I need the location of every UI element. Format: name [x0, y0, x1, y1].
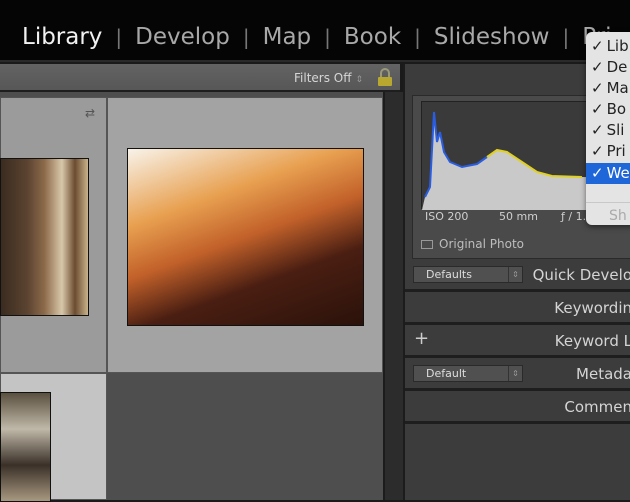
updown-arrow-icon: ⇕: [508, 366, 522, 381]
metadata-panel[interactable]: Default ⇕ Metada: [405, 358, 630, 391]
aperture: ƒ / 1.: [561, 210, 587, 223]
checkmark-icon: ✓: [591, 100, 604, 118]
panel-title: Keyword L: [554, 332, 630, 350]
filter-bar: Filters Off ⇕: [0, 64, 400, 92]
panel-title: Commen: [564, 398, 630, 416]
menu-label: We: [606, 164, 630, 182]
module-slideshow[interactable]: Slideshow: [434, 24, 550, 50]
panel-title: Quick Develo: [532, 266, 630, 284]
menu-item-map[interactable]: ✓ Ma: [586, 78, 630, 99]
menu-label: De: [606, 58, 628, 76]
photo-thumbnail-boy-piano[interactable]: [127, 148, 364, 326]
menu-label: Lib: [606, 37, 629, 55]
keywording-panel[interactable]: Keywordin: [405, 292, 630, 325]
updown-arrow-icon: ⇕: [355, 75, 364, 85]
checkbox-icon: [421, 239, 433, 249]
lock-icon[interactable]: [377, 68, 393, 87]
checkmark-icon: ✓: [591, 164, 604, 182]
filters-dropdown[interactable]: Filters Off ⇕: [294, 71, 363, 85]
preset-value: Defaults: [426, 268, 472, 281]
module-map[interactable]: Map: [263, 24, 312, 50]
grid-cell[interactable]: ⇄: [0, 97, 107, 373]
saved-preset-select[interactable]: Defaults ⇕: [413, 266, 523, 283]
photo-grid: ⇄: [0, 92, 383, 502]
grid-scrollbar[interactable]: [383, 92, 403, 500]
updown-arrow-icon: ⇕: [508, 267, 522, 282]
photo-thumbnail[interactable]: [0, 392, 51, 502]
module-develop[interactable]: Develop: [135, 24, 230, 50]
photo-thumbnail-horse[interactable]: [0, 158, 89, 316]
original-photo-label: Original Photo: [439, 237, 525, 251]
menu-label: Ma: [606, 79, 629, 97]
module-library[interactable]: Library: [22, 24, 102, 50]
menu-label: Sli: [606, 121, 625, 139]
iso-value: ISO 200: [425, 210, 469, 223]
menu-item-show-all-disabled: Sh: [609, 208, 627, 224]
panel-title: Keywordin: [554, 299, 630, 317]
filters-label: Filters Off: [294, 71, 352, 85]
menu-label: Pri: [606, 142, 626, 160]
menu-divider: [586, 202, 630, 203]
separator: |: [562, 25, 570, 49]
checkmark-icon: ✓: [591, 121, 604, 139]
menu-item-web[interactable]: ✓ We: [586, 163, 630, 184]
checkmark-icon: ✓: [591, 79, 604, 97]
menu-item-print[interactable]: ✓ Pri: [586, 141, 630, 162]
separator: |: [242, 25, 250, 49]
menu-item-library[interactable]: ✓ Lib: [586, 36, 630, 57]
menu-item-book[interactable]: ✓ Bo: [586, 99, 630, 120]
original-photo-toggle[interactable]: Original Photo: [421, 237, 524, 251]
menu-item-develop[interactable]: ✓ De: [586, 57, 630, 78]
checkmark-icon: ✓: [591, 142, 604, 160]
separator: |: [324, 25, 331, 49]
focal-length: 50 mm: [499, 210, 538, 223]
checkmark-icon: ✓: [591, 37, 604, 55]
flag-swap-icon[interactable]: ⇄: [85, 106, 95, 120]
separator: |: [414, 25, 421, 49]
grid-cell-selected[interactable]: [0, 373, 107, 502]
preset-value: Default: [426, 367, 467, 380]
module-book[interactable]: Book: [344, 24, 401, 50]
module-context-menu: ✓ Lib ✓ De ✓ Ma ✓ Bo ✓ Sli ✓ Pri ✓ We Sh: [586, 32, 630, 225]
quick-develop-panel[interactable]: Defaults ⇕ Quick Develo: [405, 259, 630, 292]
add-keyword-icon[interactable]: +: [414, 328, 429, 349]
menu-item-slideshow[interactable]: ✓ Sli: [586, 120, 630, 141]
grid-cell[interactable]: [107, 97, 383, 373]
separator: |: [115, 25, 123, 49]
comments-panel[interactable]: Commen: [405, 391, 630, 424]
module-picker: Library | Develop | Map | Book | Slideshow | …: [0, 0, 630, 62]
checkmark-icon: ✓: [591, 58, 604, 76]
metadata-preset-select[interactable]: Default ⇕: [413, 365, 523, 382]
menu-label: Bo: [606, 100, 627, 118]
panel-title: Metada: [576, 365, 630, 383]
keyword-list-panel[interactable]: + Keyword L: [405, 325, 630, 358]
